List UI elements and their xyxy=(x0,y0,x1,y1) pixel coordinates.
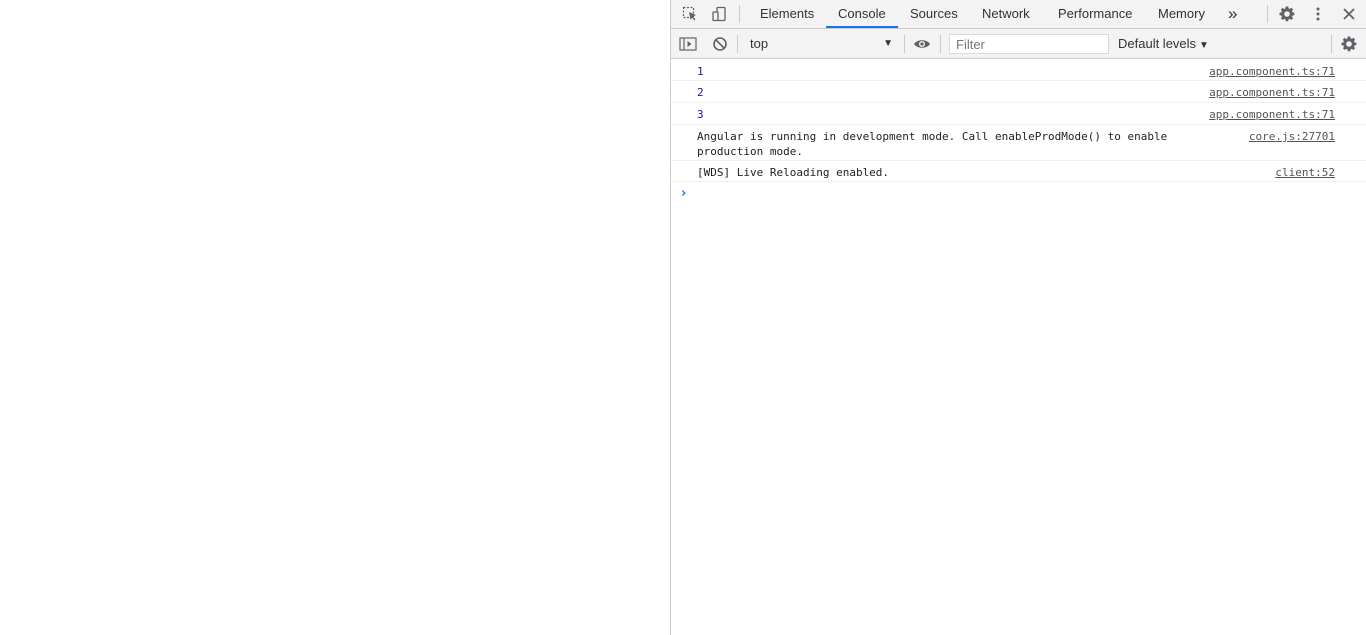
toolbar-separator xyxy=(1331,35,1332,53)
console-message: 3 app.component.ts:71 xyxy=(671,103,1366,125)
context-value: top xyxy=(750,36,769,51)
message-text: 2 xyxy=(697,86,704,99)
devtools-panel: Elements Console Sources Network Perform… xyxy=(670,0,1366,635)
console-message: 2 app.component.ts:71 xyxy=(671,81,1366,103)
log-levels-dropdown[interactable]: Default levels ▼ xyxy=(1118,34,1209,54)
console-prompt[interactable]: › xyxy=(681,186,686,201)
context-selector[interactable]: top ▼ xyxy=(743,34,899,54)
clear-console-icon[interactable] xyxy=(709,33,731,55)
console-message: Angular is running in development mode. … xyxy=(671,125,1366,161)
dropdown-arrow-icon: ▼ xyxy=(1199,40,1209,51)
console-message: [WDS] Live Reloading enabled. client:52 xyxy=(671,161,1366,182)
filter-input[interactable] xyxy=(949,34,1109,54)
show-sidebar-icon[interactable] xyxy=(677,33,699,55)
message-text: Angular is running in development mode. … xyxy=(697,130,1168,158)
tab-sources[interactable]: Sources xyxy=(910,0,958,28)
message-source-link[interactable]: app.component.ts:71 xyxy=(1209,107,1335,122)
message-source-link[interactable]: app.component.ts:71 xyxy=(1209,64,1335,79)
dropdown-arrow-icon: ▼ xyxy=(883,38,893,49)
console-message: 1 app.component.ts:71 xyxy=(671,59,1366,81)
kebab-menu-icon[interactable] xyxy=(1307,3,1329,25)
page-viewport xyxy=(0,0,670,635)
browser-window: Elements Console Sources Network Perform… xyxy=(0,0,1366,635)
message-source-link[interactable]: core.js:27701 xyxy=(1249,129,1335,144)
message-text: 1 xyxy=(697,65,704,78)
tab-memory[interactable]: Memory xyxy=(1158,0,1205,28)
message-text: 3 xyxy=(697,108,704,121)
tab-performance[interactable]: Performance xyxy=(1058,0,1132,28)
devtools-tab-bar: Elements Console Sources Network Perform… xyxy=(671,0,1366,29)
tab-elements[interactable]: Elements xyxy=(760,0,814,28)
tabbar-separator xyxy=(1267,5,1268,23)
toolbar-separator xyxy=(904,35,905,53)
console-messages: 1 app.component.ts:71 2 app.component.ts… xyxy=(671,59,1366,182)
live-expression-eye-icon[interactable] xyxy=(911,33,933,55)
console-toolbar: top ▼ Default levels▼ xyxy=(671,29,1366,59)
settings-icon[interactable] xyxy=(1276,3,1298,25)
tab-console[interactable]: Console xyxy=(826,0,898,28)
message-source-link[interactable]: app.component.ts:71 xyxy=(1209,85,1335,100)
toolbar-separator xyxy=(940,35,941,53)
toolbar-separator xyxy=(737,35,738,53)
message-text: [WDS] Live Reloading enabled. xyxy=(697,166,890,179)
console-settings-icon[interactable] xyxy=(1338,33,1360,55)
tabbar-separator xyxy=(739,5,740,23)
more-tabs-icon[interactable]: » xyxy=(1228,0,1237,28)
inspect-element-icon[interactable] xyxy=(679,3,701,25)
log-levels-label: Default levels xyxy=(1118,36,1197,51)
message-source-link[interactable]: client:52 xyxy=(1275,165,1335,180)
device-toolbar-icon[interactable] xyxy=(708,3,730,25)
close-icon[interactable] xyxy=(1338,3,1360,25)
tab-network[interactable]: Network xyxy=(982,0,1030,28)
